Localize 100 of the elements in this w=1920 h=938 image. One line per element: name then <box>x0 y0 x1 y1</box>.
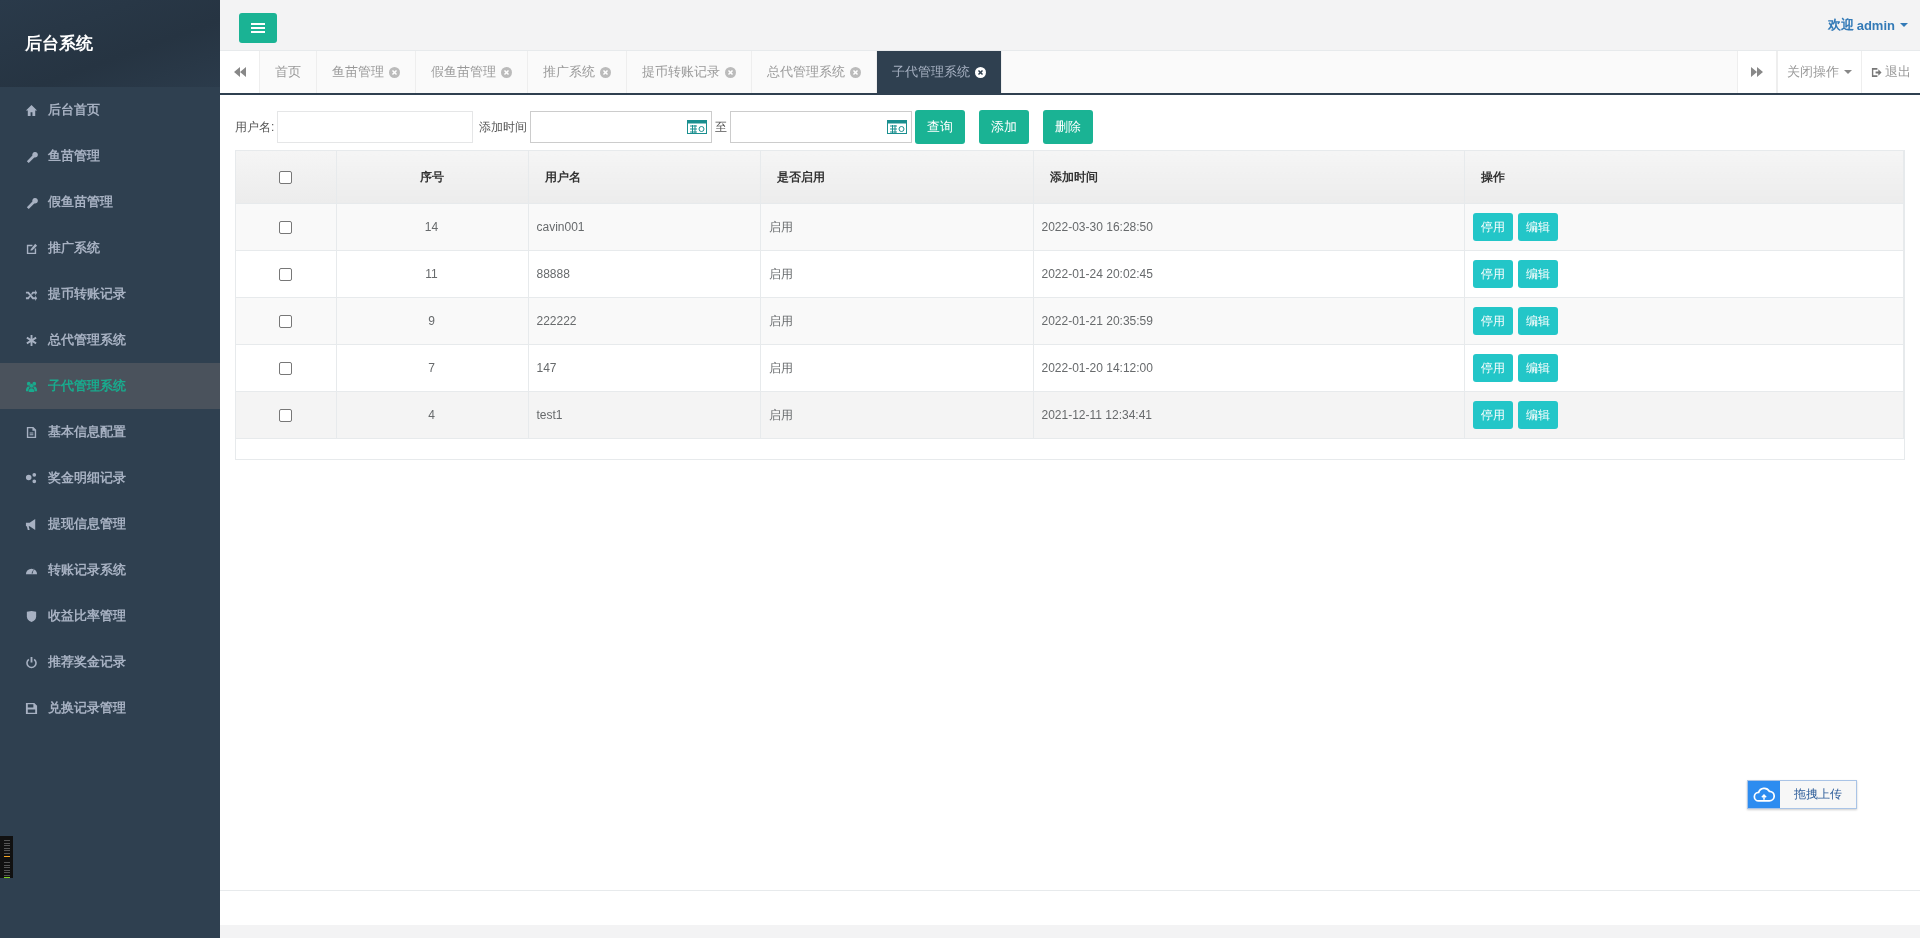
tab[interactable]: 假鱼苗管理 <box>416 51 528 93</box>
table-cell: 147 <box>528 344 760 392</box>
wrench-icon <box>25 195 38 209</box>
table-cell: 2022-01-20 14:12:00 <box>1033 344 1464 392</box>
edit-icon <box>25 241 38 255</box>
table-cell: 88888 <box>528 250 760 298</box>
table-cell: 2022-01-21 20:35:59 <box>1033 297 1464 345</box>
home-icon <box>25 103 38 117</box>
table-cell: 启用 <box>760 391 1033 439</box>
sidebar-item[interactable]: 假鱼苗管理 <box>0 179 220 225</box>
row-checkbox[interactable] <box>278 409 292 423</box>
table-cell: 2021-12-11 12:34:41 <box>1033 391 1464 439</box>
sidebar-item[interactable]: 推荐奖金记录 <box>0 639 220 685</box>
app-title: 后台系统 <box>25 33 93 55</box>
calendar-icon[interactable] <box>687 120 708 134</box>
tab[interactable]: 子代管理系统 <box>877 51 1002 93</box>
double-right-arrow-icon <box>1751 67 1763 77</box>
user-menu[interactable]: 欢迎 admin <box>1827 16 1908 34</box>
row-action-button[interactable]: 停用 <box>1472 354 1513 382</box>
megaphone-icon <box>25 517 38 531</box>
table-cell: cavin001 <box>528 203 760 251</box>
close-tabs-menu[interactable]: 关闭操作 <box>1777 51 1861 93</box>
scroll-left-button[interactable] <box>220 51 260 93</box>
table-cell: 启用 <box>760 203 1033 251</box>
asterisk-icon <box>25 333 38 347</box>
tab[interactable]: 首页 <box>260 51 317 93</box>
users-icon <box>25 379 38 393</box>
sidebar-item[interactable]: 奖金明细记录 <box>0 455 220 501</box>
action-button[interactable]: 删除 <box>1043 110 1094 144</box>
sidebar-item[interactable]: 鱼苗管理 <box>0 133 220 179</box>
tab-label: 推广系统 <box>543 63 595 81</box>
calendar-icon[interactable] <box>887 120 908 134</box>
wrench-icon <box>25 149 38 163</box>
sidebar-item[interactable]: 转账记录系统 <box>0 547 220 593</box>
logout-link[interactable]: 退出 <box>1861 51 1920 93</box>
table-cell: 启用 <box>760 250 1033 298</box>
table-cell: 启用 <box>760 344 1033 392</box>
power-icon <box>25 655 38 669</box>
table-cell: 222222 <box>528 297 760 345</box>
sidebar-item[interactable]: 提币转账记录 <box>0 271 220 317</box>
username-field[interactable] <box>277 111 474 143</box>
sign-out-icon <box>1871 66 1882 78</box>
row-action-button[interactable]: 编辑 <box>1517 260 1558 288</box>
sidebar-item[interactable]: 提现信息管理 <box>0 501 220 547</box>
sidebar-item[interactable]: 基本信息配置 <box>0 409 220 455</box>
column-header: 用户名 <box>528 151 760 204</box>
column-header: 是否启用 <box>760 151 1033 204</box>
shuffle-icon <box>25 287 38 301</box>
row-action-button[interactable]: 停用 <box>1472 260 1513 288</box>
level-meter-icon <box>0 836 13 878</box>
row-action-button[interactable]: 停用 <box>1472 307 1513 335</box>
sidebar-item[interactable]: 推广系统 <box>0 225 220 271</box>
sidebar-item[interactable]: 收益比率管理 <box>0 593 220 639</box>
scroll-right-button[interactable] <box>1737 51 1777 93</box>
sidebar-item[interactable]: 子代管理系统 <box>0 363 220 409</box>
row-action-button[interactable]: 编辑 <box>1517 401 1558 429</box>
table-cell: 7 <box>336 344 528 392</box>
row-checkbox[interactable] <box>278 268 292 282</box>
table-cell: 4 <box>336 391 528 439</box>
tab[interactable]: 提币转账记录 <box>627 51 752 93</box>
start-date-field[interactable] <box>530 111 713 143</box>
double-left-arrow-icon <box>233 67 246 77</box>
tab-label: 首页 <box>275 63 301 81</box>
action-button[interactable]: 查询 <box>915 110 966 144</box>
row-action-button[interactable]: 编辑 <box>1517 354 1558 382</box>
action-button[interactable]: 添加 <box>979 110 1030 144</box>
sidebar-item[interactable]: 后台首页 <box>0 87 220 133</box>
cloud-upload-icon <box>1753 787 1775 802</box>
row-action-button[interactable]: 停用 <box>1472 401 1513 429</box>
table-cell: 11 <box>336 250 528 298</box>
to-label: 至 <box>715 118 728 136</box>
row-action-button[interactable]: 编辑 <box>1517 307 1558 335</box>
column-header: 序号 <box>336 151 528 204</box>
table-cell: 2022-03-30 16:28:50 <box>1033 203 1464 251</box>
row-action-button[interactable]: 编辑 <box>1517 213 1558 241</box>
floppy-icon <box>25 701 38 715</box>
row-checkbox[interactable] <box>278 315 292 329</box>
sidebar-item[interactable]: 总代管理系统 <box>0 317 220 363</box>
shield-icon <box>25 609 38 623</box>
tab[interactable]: 推广系统 <box>528 51 627 93</box>
select-all-checkbox[interactable] <box>278 171 292 185</box>
table-cell: test1 <box>528 391 760 439</box>
table-cell: 14 <box>336 203 528 251</box>
menu-icon <box>251 22 265 34</box>
tab-label: 鱼苗管理 <box>332 63 384 81</box>
sidebar-item[interactable]: 兑换记录管理 <box>0 685 220 731</box>
tab-label: 总代管理系统 <box>767 63 845 81</box>
tab-label: 假鱼苗管理 <box>431 63 496 81</box>
row-checkbox[interactable] <box>278 362 292 376</box>
row-action-button[interactable]: 停用 <box>1472 213 1513 241</box>
row-checkbox[interactable] <box>278 221 292 235</box>
document-icon <box>25 425 38 439</box>
username-label: 用户名: <box>235 118 275 136</box>
close-icon[interactable] <box>975 66 986 78</box>
tab[interactable]: 鱼苗管理 <box>317 51 416 93</box>
table-cell: 2022-01-24 20:02:45 <box>1033 250 1464 298</box>
menu-toggle-button[interactable] <box>239 13 277 43</box>
end-date-field[interactable] <box>730 111 913 143</box>
table-cell: 启用 <box>760 297 1033 345</box>
drag-upload-button[interactable]: 拖拽上传 <box>1747 780 1857 809</box>
